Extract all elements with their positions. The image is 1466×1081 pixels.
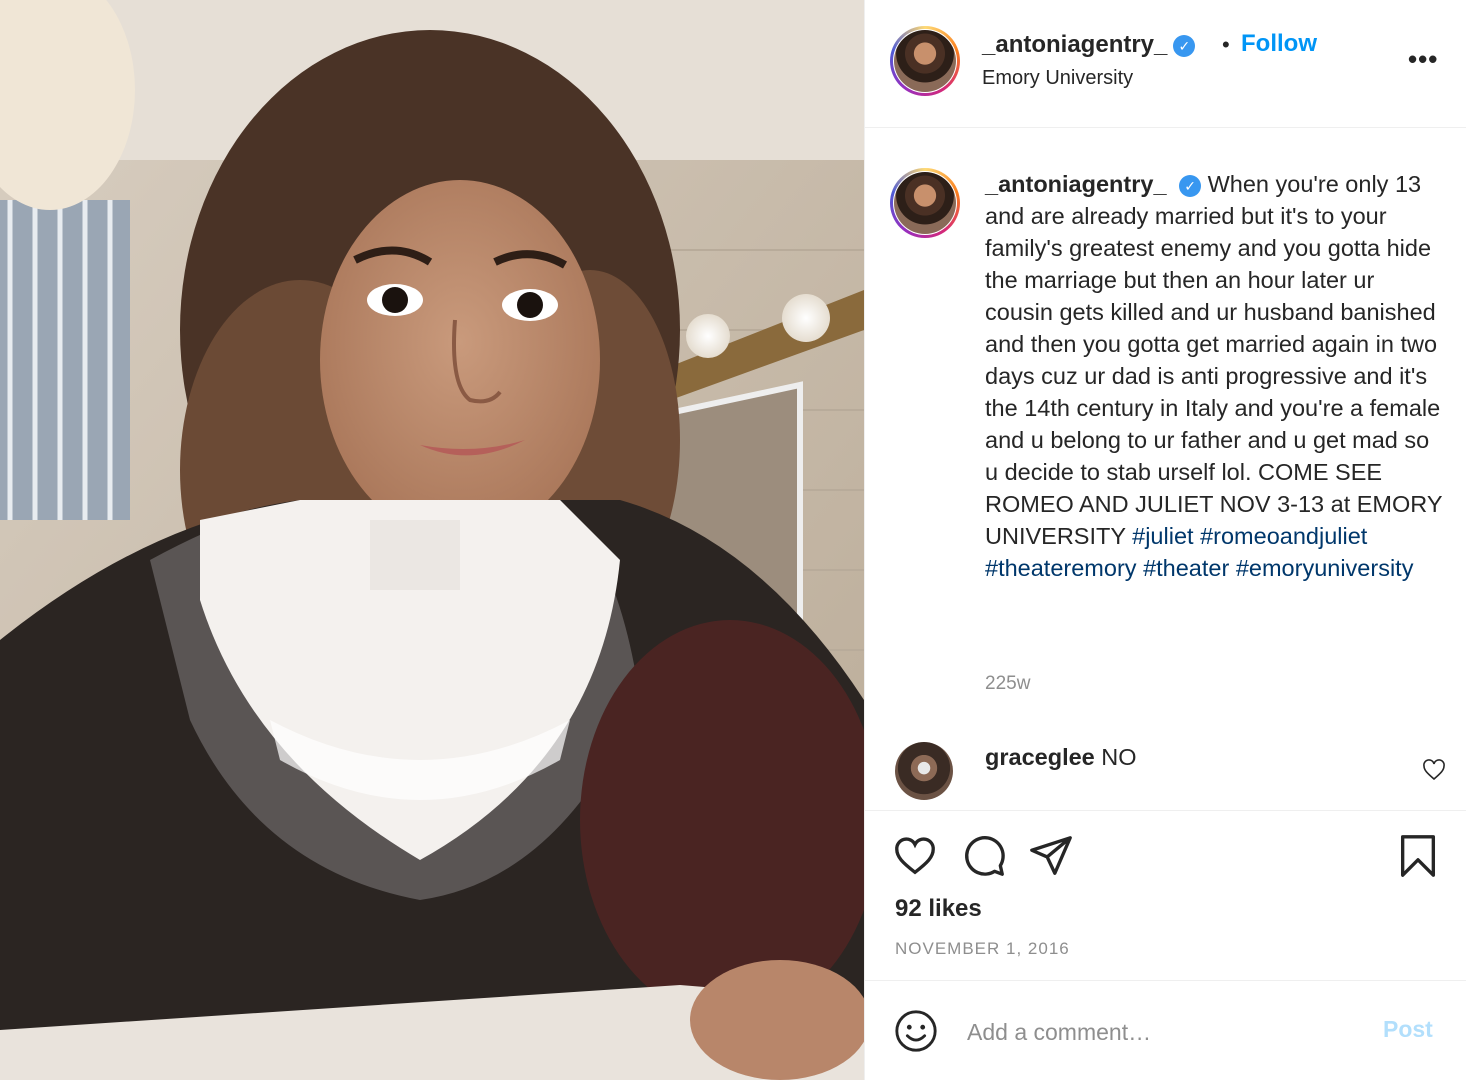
action-bar: 92 likes NOVEMBER 1, 2016 (865, 810, 1466, 981)
comment-bubble-icon[interactable] (962, 833, 1008, 879)
comment-item: graceglee NO (865, 728, 1466, 810)
more-options-icon[interactable]: ••• (1408, 44, 1438, 75)
post-date: NOVEMBER 1, 2016 (895, 939, 1070, 958)
caption-username[interactable]: _antoniagentry_ (985, 171, 1167, 197)
caption-timestamp[interactable]: 225w (985, 673, 1030, 695)
hashtag-link[interactable]: #theateremory (985, 555, 1137, 581)
post-photo-illustration (0, 0, 864, 1080)
like-heart-icon[interactable] (892, 833, 938, 879)
follow-button[interactable]: Follow (1241, 30, 1317, 58)
verified-badge-icon: ✓ (1173, 34, 1196, 57)
post-comment-button[interactable]: Post (1383, 1016, 1433, 1043)
comment-like-heart-icon[interactable] (1422, 758, 1446, 782)
emoji-smiley-icon[interactable] (893, 1008, 939, 1054)
hashtag-link[interactable]: #romeoandjuliet (1200, 523, 1367, 549)
hashtag-link[interactable]: #emoryuniversity (1236, 555, 1414, 581)
comment-text: graceglee NO (985, 744, 1137, 771)
location-link[interactable]: Emory University (982, 67, 1133, 90)
likes-count[interactable]: 92 likes (895, 895, 982, 923)
comment-body: NO (1101, 744, 1137, 770)
hashtag-link[interactable]: #juliet (1132, 523, 1193, 549)
comment-input[interactable] (965, 1011, 1349, 1053)
share-paper-plane-icon[interactable] (1028, 833, 1074, 879)
post-side-panel: _antoniagentry_ ✓ • Follow Emory Universi… (864, 0, 1466, 1080)
author-username[interactable]: _antoniagentry_ (982, 31, 1167, 58)
caption-body: When you're only 13 and are already marr… (985, 171, 1443, 549)
instagram-post: _antoniagentry_ ✓ • Follow Emory Universi… (0, 0, 1466, 1080)
caption-author-avatar[interactable] (890, 168, 960, 238)
commenter-username[interactable]: graceglee (985, 744, 1095, 770)
hashtag-link[interactable]: #theater (1143, 555, 1229, 581)
avatar-image (894, 30, 956, 92)
post-header: _antoniagentry_ ✓ • Follow Emory Universi… (865, 0, 1466, 128)
caption-text: _antoniagentry_ ✓ When you're only 13 an… (985, 168, 1445, 584)
author-avatar[interactable] (890, 26, 960, 96)
post-photo[interactable] (0, 0, 864, 1080)
add-comment-bar: Post (865, 980, 1466, 1081)
verified-badge-icon: ✓ (1179, 174, 1202, 197)
separator-dot: • (1222, 32, 1230, 57)
save-bookmark-icon[interactable] (1395, 833, 1441, 879)
caption-section: _antoniagentry_ ✓ When you're only 13 an… (865, 128, 1466, 728)
author-username-link[interactable]: _antoniagentry_ ✓ (982, 31, 1196, 59)
commenter-avatar[interactable] (895, 742, 953, 800)
avatar-image (894, 172, 956, 234)
